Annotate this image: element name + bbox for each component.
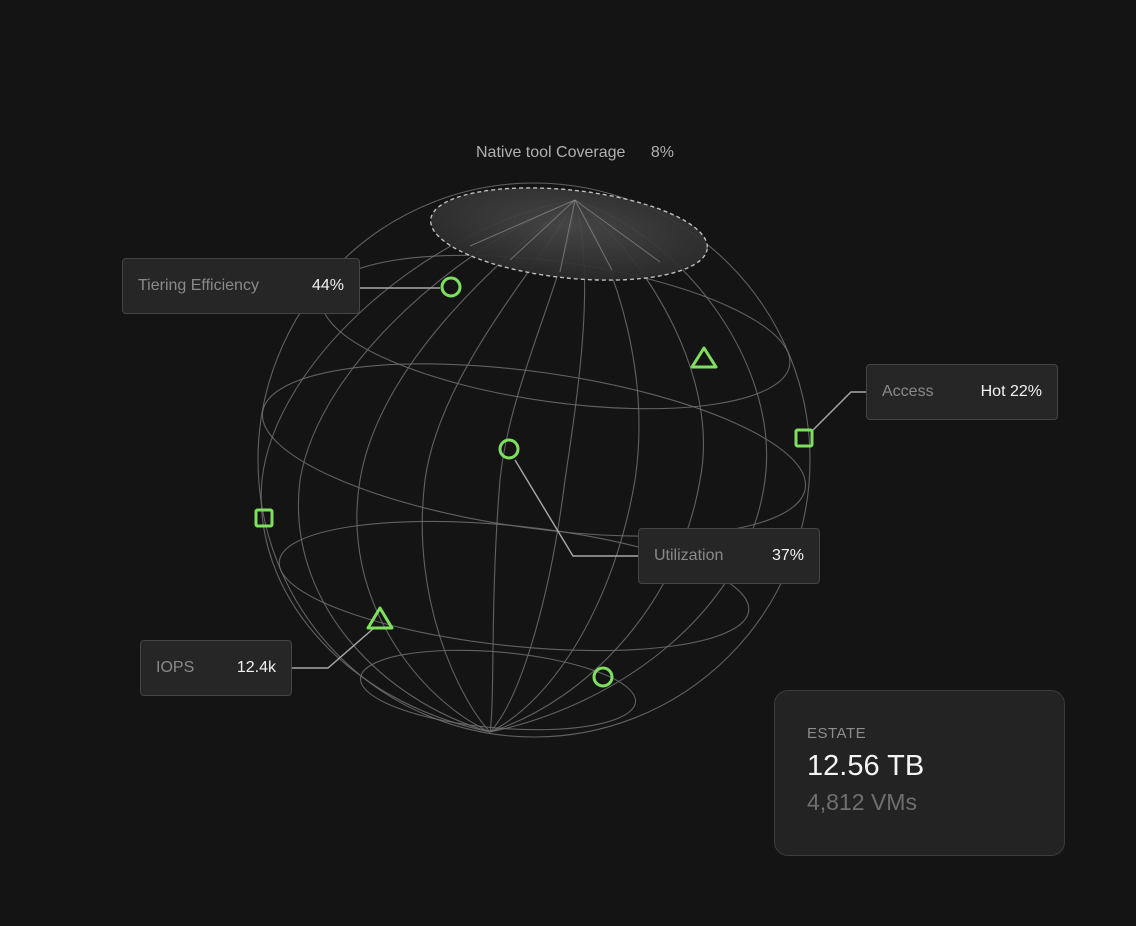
iops-value: 12.4k	[236, 659, 276, 676]
tiering-efficiency-value: 44%	[311, 277, 344, 294]
native-coverage-value: 8%	[650, 144, 674, 161]
meridian	[356, 199, 576, 733]
estate-capacity: 12.56 TB	[807, 750, 925, 782]
iops-leader-line	[292, 627, 375, 669]
iops-label: IOPS	[156, 659, 195, 676]
estate-vm-count: 4,812 VMs	[807, 789, 917, 815]
utilization-value: 37%	[771, 547, 804, 564]
native-coverage-cap	[429, 187, 709, 281]
estate-label: ESTATE	[807, 725, 867, 742]
utilization-label: Utilization	[654, 547, 724, 564]
iops-callout: IOPS 12.4k	[140, 640, 292, 696]
triangle-marker-icon	[690, 346, 718, 369]
utilization-callout: Utilization 37%	[638, 528, 820, 584]
utilization-marker-icon	[498, 438, 520, 460]
latitude-ring	[359, 649, 637, 731]
tiering-marker-icon	[440, 276, 462, 298]
native-coverage-label: Native tool Coverage 8%	[476, 144, 674, 162]
access-label: Access	[882, 383, 934, 400]
globe-diagram: Native tool Coverage 8% Tiering Efficien…	[0, 0, 1136, 926]
latitude-ring	[278, 520, 750, 652]
tiering-efficiency-callout: Tiering Efficiency 44%	[122, 258, 360, 314]
access-leader-line	[812, 391, 866, 431]
native-coverage-title: Native tool Coverage	[476, 144, 626, 161]
tiering-efficiency-label: Tiering Efficiency	[138, 277, 259, 294]
estate-card: ESTATE 12.56 TB 4,812 VMs	[774, 690, 1065, 856]
meridian	[489, 199, 768, 733]
access-value: Hot 22%	[980, 383, 1042, 400]
utilization-leader-line	[514, 459, 638, 557]
access-callout: Access Hot 22%	[866, 364, 1058, 420]
